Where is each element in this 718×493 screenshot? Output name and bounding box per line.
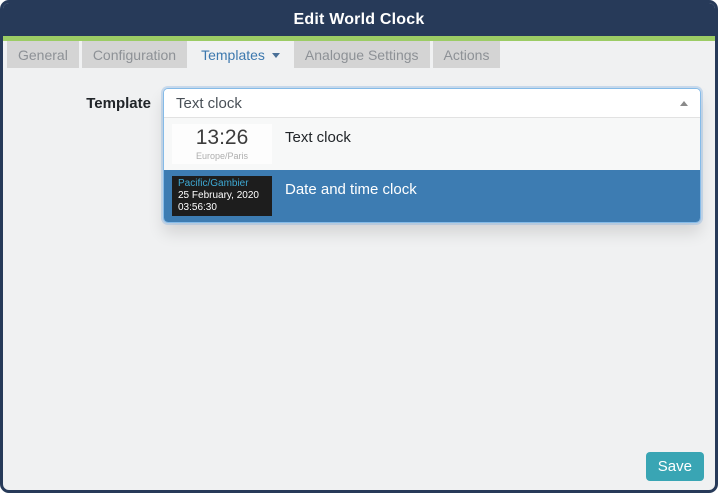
tab-configuration[interactable]: Configuration bbox=[81, 41, 188, 68]
template-combobox: Text clock 13:26 Europe/Paris Text clock… bbox=[163, 88, 701, 223]
tab-label: Analogue Settings bbox=[304, 46, 419, 63]
dropdown-option-date-time-clock[interactable]: Pacific/Gambier 25 February, 2020 03:56:… bbox=[164, 170, 700, 222]
select-value: Text clock bbox=[176, 94, 242, 112]
save-button[interactable]: Save bbox=[645, 452, 704, 481]
text-clock-preview: 13:26 Europe/Paris bbox=[172, 124, 272, 164]
option-label: Date and time clock bbox=[285, 181, 417, 198]
tab-bar: General Configuration Templates Analogue… bbox=[3, 41, 715, 68]
preview-timezone: Europe/Paris bbox=[195, 150, 249, 161]
tab-label: Actions bbox=[443, 46, 490, 63]
tab-content: Template Text clock 13:26 Europe/Paris T… bbox=[3, 68, 715, 223]
caret-down-icon bbox=[271, 53, 280, 58]
tab-general[interactable]: General bbox=[7, 41, 79, 68]
preview-timezone: Pacific/Gambier bbox=[178, 178, 249, 190]
template-dropdown-menu: 13:26 Europe/Paris Text clock Pacific/Ga… bbox=[164, 118, 700, 222]
edit-world-clock-dialog: Edit World Clock General Configuration T… bbox=[0, 0, 718, 493]
tab-templates[interactable]: Templates bbox=[190, 41, 291, 68]
tab-label: Configuration bbox=[92, 46, 177, 63]
dialog-header: Edit World Clock bbox=[3, 3, 715, 36]
preview-date: 25 February, 2020 bbox=[178, 190, 259, 202]
tab-analogue-settings[interactable]: Analogue Settings bbox=[293, 41, 430, 68]
template-form-row: Template Text clock 13:26 Europe/Paris T… bbox=[3, 88, 715, 223]
caret-up-icon bbox=[680, 100, 688, 106]
template-label: Template bbox=[86, 95, 151, 112]
option-label: Text clock bbox=[285, 129, 351, 146]
dialog-title: Edit World Clock bbox=[293, 10, 425, 28]
tab-label: Templates bbox=[201, 46, 265, 63]
preview-time: 13:26 bbox=[195, 126, 249, 150]
dropdown-option-text-clock[interactable]: 13:26 Europe/Paris Text clock bbox=[164, 118, 700, 170]
tab-label: General bbox=[18, 46, 68, 63]
date-time-clock-preview: Pacific/Gambier 25 February, 2020 03:56:… bbox=[172, 176, 272, 216]
tab-actions[interactable]: Actions bbox=[432, 41, 501, 68]
template-select[interactable]: Text clock bbox=[164, 89, 700, 118]
preview-time: 03:56:30 bbox=[178, 201, 217, 213]
